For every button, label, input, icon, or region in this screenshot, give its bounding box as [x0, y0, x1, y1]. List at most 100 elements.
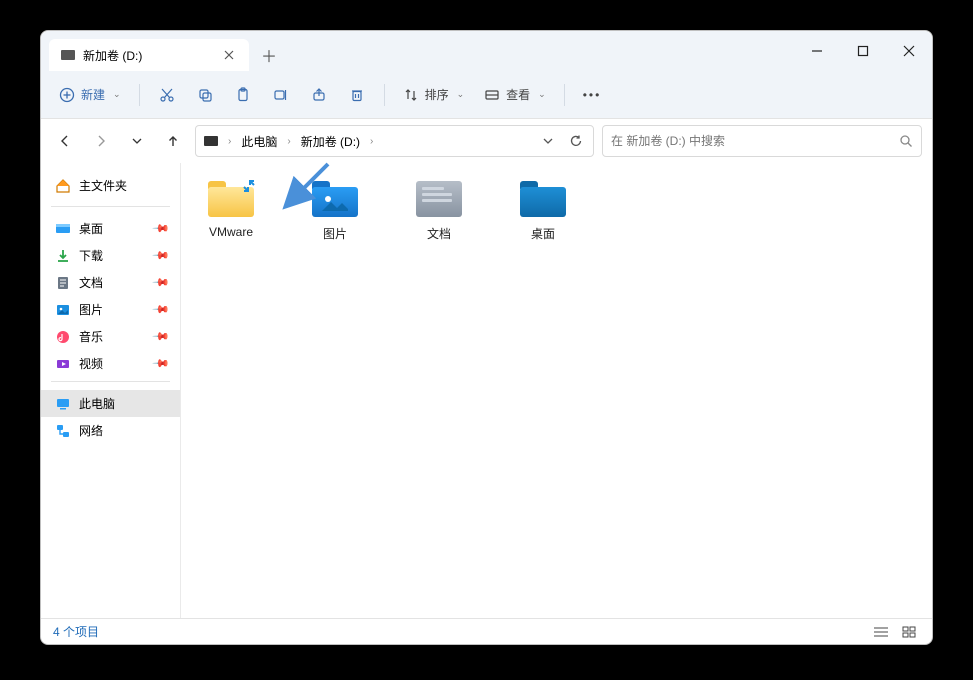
- tab-close-button[interactable]: [221, 47, 237, 63]
- breadcrumb-drive[interactable]: 新加卷 (D:): [297, 131, 364, 152]
- desktop-icon: [55, 221, 71, 237]
- nav-row: › 此电脑 › 新加卷 (D:) ›: [41, 119, 932, 163]
- new-tab-button[interactable]: ＋: [249, 39, 289, 71]
- close-button[interactable]: [886, 31, 932, 71]
- share-icon: [311, 87, 327, 103]
- sidebar-item-label: 桌面: [79, 220, 103, 237]
- up-button[interactable]: [159, 127, 187, 155]
- sidebar-item-label: 下载: [79, 247, 103, 264]
- address-bar[interactable]: › 此电脑 › 新加卷 (D:) ›: [195, 125, 594, 157]
- window-controls: [794, 31, 932, 71]
- sidebar-item-label: 视频: [79, 355, 103, 372]
- document-icon: [55, 275, 71, 291]
- sidebar-item-thispc[interactable]: 此电脑: [41, 390, 180, 417]
- maximize-button[interactable]: [840, 31, 886, 71]
- item-label: 图片: [303, 225, 367, 242]
- toolbar: 新建 ⌄ 排序 ⌄ 查看 ⌄ •••: [41, 71, 932, 119]
- new-label: 新建: [81, 86, 105, 103]
- disk-icon: [61, 50, 75, 60]
- search-icon: [899, 134, 913, 148]
- picture-inner-icon: [322, 193, 348, 211]
- cut-button[interactable]: [150, 79, 184, 111]
- icons-view-button[interactable]: [898, 623, 920, 641]
- location-disk-icon: [204, 136, 218, 146]
- breadcrumb-thispc[interactable]: 此电脑: [237, 131, 281, 152]
- chevron-right-icon: ›: [285, 136, 292, 147]
- sidebar-item-music[interactable]: 音乐 📌: [41, 323, 180, 350]
- more-icon: •••: [583, 88, 602, 102]
- pin-icon: 📌: [152, 327, 171, 346]
- chevron-right-icon: ›: [368, 136, 375, 147]
- chevron-down-icon: ⌄: [538, 89, 546, 100]
- video-icon: [55, 356, 71, 372]
- scissors-icon: [159, 87, 175, 103]
- sidebar-home-label: 主文件夹: [79, 177, 127, 194]
- view-button[interactable]: 查看 ⌄: [476, 79, 554, 111]
- pin-icon: 📌: [152, 354, 171, 373]
- copy-icon: [197, 87, 213, 103]
- status-count: 4 个项目: [53, 623, 99, 640]
- delete-button[interactable]: [340, 79, 374, 111]
- new-button[interactable]: 新建 ⌄: [51, 79, 129, 111]
- search-input[interactable]: [611, 134, 893, 148]
- folder-vmware[interactable]: VMware: [199, 181, 263, 242]
- pin-icon: 📌: [152, 300, 171, 319]
- sidebar-item-label: 此电脑: [79, 395, 115, 412]
- forward-button[interactable]: [87, 127, 115, 155]
- sidebar-item-downloads[interactable]: 下载 📌: [41, 242, 180, 269]
- sidebar-item-label: 文档: [79, 274, 103, 291]
- address-dropdown-button[interactable]: [535, 128, 561, 154]
- details-view-button[interactable]: [870, 623, 892, 641]
- item-label: 文档: [407, 225, 471, 242]
- pc-icon: [55, 396, 71, 412]
- pin-icon: 📌: [152, 219, 171, 238]
- share-button[interactable]: [302, 79, 336, 111]
- folder-desktop[interactable]: 桌面: [511, 181, 575, 242]
- folder-icon: [312, 181, 358, 217]
- more-button[interactable]: •••: [575, 79, 610, 111]
- status-bar: 4 个项目: [41, 618, 932, 644]
- view-label: 查看: [506, 86, 530, 103]
- sort-button[interactable]: 排序 ⌄: [395, 79, 473, 111]
- folder-pictures[interactable]: 图片: [303, 181, 367, 242]
- sidebar-item-desktop[interactable]: 桌面 📌: [41, 215, 180, 242]
- recent-button[interactable]: [123, 127, 151, 155]
- refresh-button[interactable]: [563, 128, 589, 154]
- sort-label: 排序: [425, 86, 449, 103]
- chevron-down-icon: ⌄: [113, 89, 121, 100]
- sidebar-item-pictures[interactable]: 图片 📌: [41, 296, 180, 323]
- sidebar-item-documents[interactable]: 文档 📌: [41, 269, 180, 296]
- titlebar: 新加卷 (D:) ＋: [41, 31, 932, 71]
- rename-button[interactable]: [264, 79, 298, 111]
- network-icon: [55, 423, 71, 439]
- tab-title: 新加卷 (D:): [83, 47, 142, 64]
- pin-icon: 📌: [152, 246, 171, 265]
- rename-icon: [273, 87, 289, 103]
- chevron-down-icon: ⌄: [457, 89, 465, 100]
- folder-icon: [520, 181, 566, 217]
- sort-icon: [403, 87, 419, 103]
- sidebar-item-label: 音乐: [79, 328, 103, 345]
- back-button[interactable]: [51, 127, 79, 155]
- sidebar-item-label: 图片: [79, 301, 103, 318]
- search-box[interactable]: [602, 125, 922, 157]
- folder-icon: [208, 181, 254, 217]
- trash-icon: [349, 87, 365, 103]
- pin-icon: 📌: [152, 273, 171, 292]
- music-icon: [55, 329, 71, 345]
- item-label: VMware: [199, 225, 263, 239]
- explorer-window: 新加卷 (D:) ＋ 新建 ⌄ 排序 ⌄: [40, 30, 933, 645]
- view-icon: [484, 87, 500, 103]
- tab-current[interactable]: 新加卷 (D:): [49, 39, 249, 71]
- download-icon: [55, 248, 71, 264]
- sidebar-item-videos[interactable]: 视频 📌: [41, 350, 180, 377]
- folder-documents[interactable]: 文档: [407, 181, 471, 242]
- paste-button[interactable]: [226, 79, 260, 111]
- item-grid: VMware 图片 文档 桌面: [189, 181, 924, 242]
- sidebar-home[interactable]: 主文件夹: [41, 173, 180, 202]
- copy-button[interactable]: [188, 79, 222, 111]
- minimize-button[interactable]: [794, 31, 840, 71]
- share-overlay-icon: [242, 179, 256, 193]
- sidebar-item-network[interactable]: 网络: [41, 417, 180, 444]
- content-area[interactable]: VMware 图片 文档 桌面: [181, 163, 932, 618]
